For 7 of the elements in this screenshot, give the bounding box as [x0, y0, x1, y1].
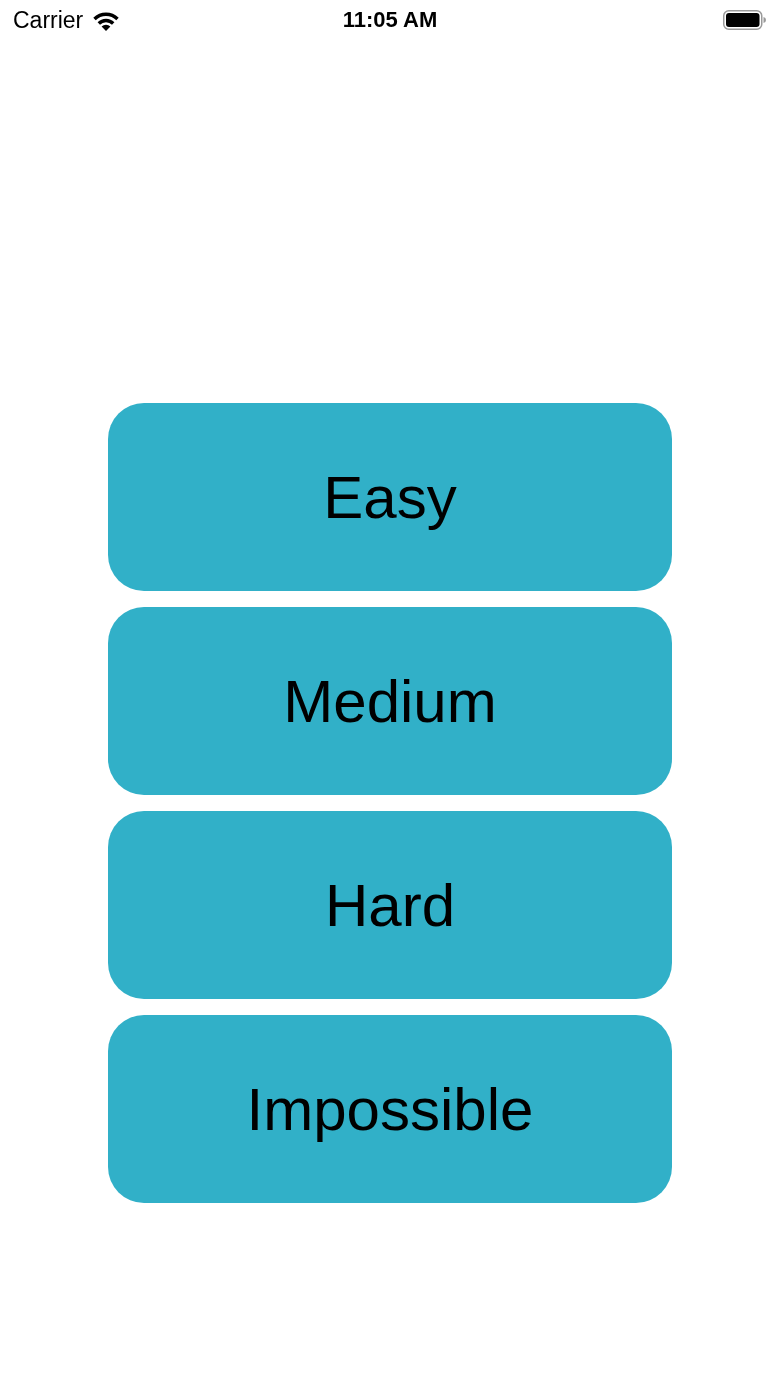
- difficulty-button[interactable]: Medium: [108, 607, 672, 795]
- difficulty-button[interactable]: Hard: [108, 811, 672, 999]
- battery-icon: [723, 10, 766, 30]
- difficulty-button[interactable]: Impossible: [108, 1015, 672, 1203]
- carrier-label: Carrier: [13, 6, 84, 34]
- difficulty-button[interactable]: Easy: [108, 403, 672, 591]
- clock-time: 11:05 AM: [342, 7, 438, 33]
